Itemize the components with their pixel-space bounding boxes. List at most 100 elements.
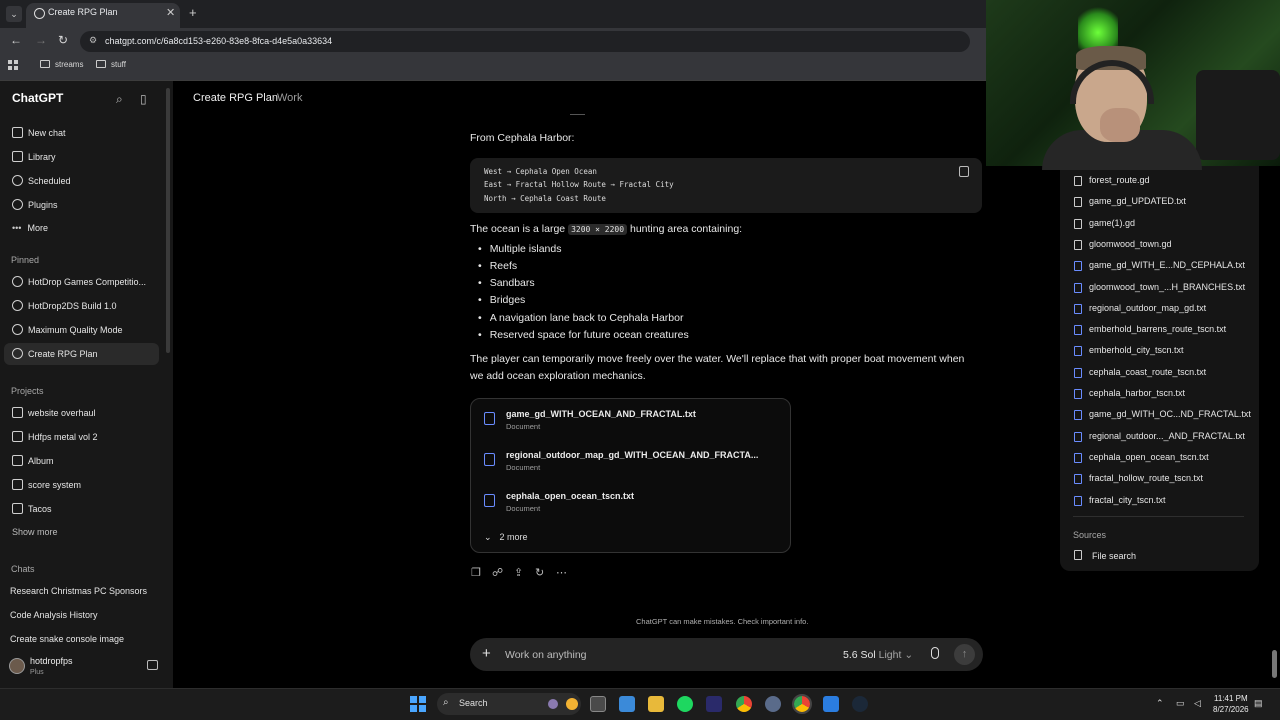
- project-item[interactable]: website overhaul: [12, 407, 96, 418]
- bookmark-folder-stuff[interactable]: stuff: [96, 60, 126, 69]
- sidebar-item-scheduled[interactable]: Scheduled: [12, 175, 71, 186]
- notepad-icon[interactable]: [619, 696, 635, 712]
- network-icon[interactable]: ▭: [1176, 698, 1185, 709]
- chat-item[interactable]: Code Analysis History: [10, 610, 98, 620]
- source-file-item[interactable]: game(1).gd: [1089, 218, 1135, 228]
- divider: [1073, 516, 1244, 517]
- source-file-item[interactable]: game_gd_WITH_E...ND_CEPHALA.txt: [1089, 260, 1245, 270]
- apps-grid-icon[interactable]: [8, 60, 18, 70]
- project-item[interactable]: Album: [12, 455, 54, 466]
- source-file-item[interactable]: fractal_hollow_route_tscn.txt: [1089, 473, 1203, 483]
- microphone-icon[interactable]: [931, 647, 939, 659]
- brand-title[interactable]: ChatGPT: [12, 91, 63, 105]
- site-info-icon[interactable]: ⚙: [89, 35, 97, 46]
- source-file-item[interactable]: emberhold_city_tscn.txt: [1089, 345, 1184, 355]
- settings-gear-icon[interactable]: [765, 696, 781, 712]
- sidebar-item-new-chat[interactable]: New chat: [12, 127, 66, 138]
- back-icon[interactable]: ←: [10, 33, 22, 47]
- source-file-item[interactable]: cephala_harbor_tscn.txt: [1089, 388, 1185, 398]
- message-input[interactable]: Work on anything: [505, 649, 587, 661]
- user-name[interactable]: hotdropfps: [30, 656, 73, 666]
- document-icon: [1074, 218, 1082, 229]
- tab-close-icon[interactable]: ✕: [166, 6, 175, 19]
- task-view-icon[interactable]: [590, 696, 606, 712]
- tab-search-button[interactable]: ⌄: [6, 6, 22, 22]
- chrome-active-icon[interactable]: [792, 694, 812, 714]
- pinned-chat-active[interactable]: Create RPG Plan: [12, 348, 98, 359]
- project-item[interactable]: Tacos: [12, 503, 52, 514]
- source-file-item[interactable]: gloomwood_town_...H_BRANCHES.txt: [1089, 282, 1245, 292]
- more-actions-icon[interactable]: ⋯: [556, 566, 567, 579]
- source-file-item[interactable]: game_gd_UPDATED.txt: [1089, 196, 1186, 206]
- source-file-item[interactable]: cephala_coast_route_tscn.txt: [1089, 367, 1206, 377]
- chat-item[interactable]: Create snake console image: [10, 634, 124, 644]
- search-icon[interactable]: ⌕: [116, 92, 123, 107]
- send-button[interactable]: ↑: [954, 644, 975, 665]
- document-icon: [1074, 197, 1082, 208]
- show-more-link[interactable]: Show more: [12, 527, 58, 537]
- sidebar-item-library[interactable]: Library: [12, 151, 56, 162]
- show-more-files-button[interactable]: ⌄ 2 more: [484, 532, 528, 543]
- main-scrollbar[interactable]: [1272, 650, 1277, 678]
- user-menu-icon[interactable]: [147, 660, 158, 670]
- project-item[interactable]: Hdfps metal vol 2: [12, 431, 98, 442]
- forward-icon[interactable]: →: [35, 33, 47, 47]
- document-icon: [1074, 282, 1082, 293]
- windows-start-icon[interactable]: [410, 696, 426, 712]
- sidebar-toggle-icon[interactable]: ▯: [140, 92, 147, 106]
- file-name[interactable]: regional_outdoor_map_gd_WITH_OCEAN_AND_F…: [506, 450, 758, 460]
- avatar[interactable]: [9, 658, 25, 674]
- file-name[interactable]: game_gd_WITH_OCEAN_AND_FRACTAL.txt: [506, 409, 696, 419]
- library-icon: [12, 151, 23, 162]
- file-name[interactable]: cephala_open_ocean_tscn.txt: [506, 491, 634, 501]
- file-search-link[interactable]: File search: [1092, 551, 1136, 561]
- sidebar-scrollbar[interactable]: [166, 88, 170, 353]
- source-file-item[interactable]: gloomwood_town.gd: [1089, 239, 1172, 249]
- document-icon: [484, 494, 495, 507]
- file-type: Document: [506, 504, 541, 513]
- chats-heading: Chats: [11, 564, 35, 574]
- new-tab-icon[interactable]: +: [189, 5, 197, 20]
- document-icon: [1074, 495, 1082, 506]
- reload-icon[interactable]: ↻: [58, 33, 68, 47]
- volume-icon[interactable]: ◁: [1194, 698, 1201, 709]
- chrome-icon[interactable]: [736, 696, 752, 712]
- sidebar-item-more[interactable]: ••• More: [12, 223, 48, 233]
- pinned-chat[interactable]: HotDrop Games Competitio...: [12, 276, 146, 287]
- source-file-item[interactable]: regional_outdoor_map_gd.txt: [1089, 303, 1206, 313]
- notification-icon[interactable]: ▤: [1254, 698, 1263, 709]
- hudfx-icon[interactable]: [706, 696, 722, 712]
- sidebar-item-plugins[interactable]: Plugins: [12, 199, 58, 210]
- copy-code-icon[interactable]: [959, 166, 969, 177]
- chat-title[interactable]: Create RPG Plan: [193, 92, 278, 104]
- source-file-item[interactable]: emberhold_barrens_route_tscn.txt: [1089, 324, 1226, 334]
- chevron-up-icon[interactable]: ⌃: [1156, 698, 1164, 709]
- share-icon[interactable]: ⇪: [514, 566, 523, 579]
- search-highlight-icon: [566, 698, 578, 710]
- add-attachment-icon[interactable]: +: [482, 645, 491, 662]
- source-file-item[interactable]: game_gd_WITH_OC...ND_FRACTAL.txt: [1089, 409, 1251, 419]
- file-explorer-icon[interactable]: [648, 696, 664, 712]
- steam-icon[interactable]: [852, 696, 868, 712]
- copy-icon[interactable]: ❐: [471, 566, 481, 579]
- clock[interactable]: 11:41 PM 8/27/2026: [1213, 693, 1249, 715]
- source-file-item[interactable]: cephala_open_ocean_tscn.txt: [1089, 452, 1209, 462]
- document-icon: [1074, 367, 1082, 378]
- chat-bubble-icon: [12, 348, 23, 359]
- vscode-icon[interactable]: [823, 696, 839, 712]
- model-selector[interactable]: 5.6 Sol Light ⌄: [843, 649, 913, 661]
- source-file-item[interactable]: forest_route.gd: [1089, 175, 1150, 185]
- pinned-chat[interactable]: HotDrop2DS Build 1.0: [12, 300, 117, 311]
- bookmark-folder-streams[interactable]: streams: [40, 60, 83, 69]
- regenerate-icon[interactable]: ↻: [535, 566, 544, 579]
- project-item[interactable]: score system: [12, 479, 81, 490]
- feedback-icon[interactable]: ☍: [492, 566, 503, 579]
- list-item: Reefs: [478, 260, 517, 272]
- source-file-item[interactable]: regional_outdoor..._AND_FRACTAL.txt: [1089, 431, 1245, 441]
- spotify-icon[interactable]: [677, 696, 693, 712]
- project-name[interactable]: Work: [277, 92, 302, 104]
- pinned-chat[interactable]: Maximum Quality Mode: [12, 324, 123, 335]
- chat-item[interactable]: Research Christmas PC Sponsors: [10, 586, 147, 596]
- url-text[interactable]: chatgpt.com/c/6a8cd153-e260-83e8-8fca-d4…: [105, 36, 332, 46]
- source-file-item[interactable]: fractal_city_tscn.txt: [1089, 495, 1166, 505]
